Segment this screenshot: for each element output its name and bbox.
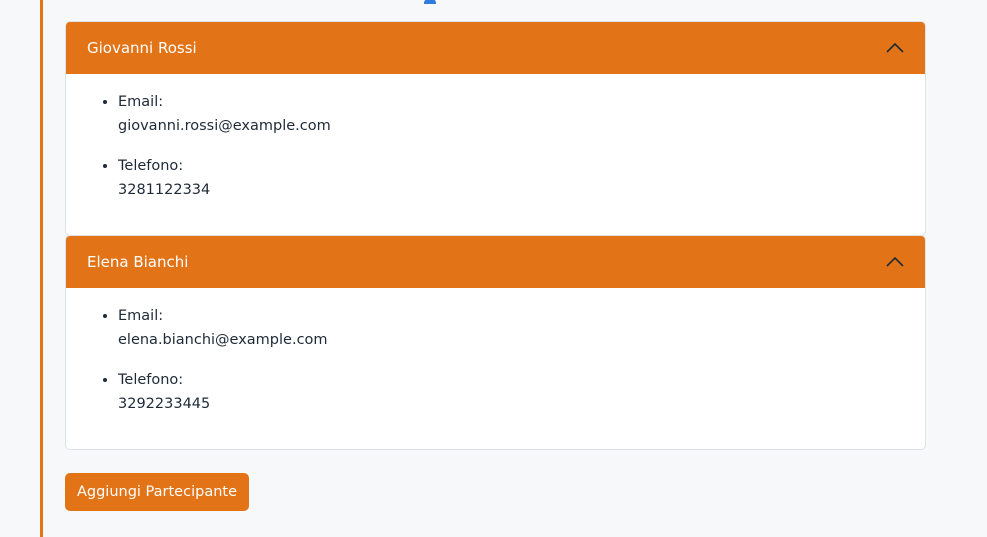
email-label: Email: <box>118 308 164 324</box>
participant-card: Elena Bianchi Email: elena.bianchi@examp… <box>65 235 926 450</box>
add-participant-button[interactable]: Aggiungi Partecipante <box>65 473 249 511</box>
user-icon <box>422 0 438 4</box>
participant-name: Giovanni Rossi <box>87 39 197 57</box>
phone-item: Telefono: 3281122334 <box>118 154 905 202</box>
phone-item: Telefono: 3292233445 <box>118 368 905 416</box>
email-item: Email: elena.bianchi@example.com <box>118 304 905 352</box>
email-item: Email: giovanni.rossi@example.com <box>118 90 905 138</box>
participant-details: Email: giovanni.rossi@example.com Telefo… <box>96 90 905 202</box>
left-accent-rail <box>40 0 43 537</box>
participant-card-header[interactable]: Giovanni Rossi <box>66 22 925 74</box>
page: Giovanni Rossi Email: giovanni.rossi@exa… <box>0 0 987 537</box>
email-value: elena.bianchi@example.com <box>118 332 328 348</box>
email-value: giovanni.rossi@example.com <box>118 118 331 134</box>
chevron-up-icon[interactable] <box>886 39 904 57</box>
participant-card-header[interactable]: Elena Bianchi <box>66 236 925 288</box>
cut-off-header <box>422 0 438 4</box>
participant-name: Elena Bianchi <box>87 253 189 271</box>
email-label: Email: <box>118 94 164 110</box>
participant-card: Giovanni Rossi Email: giovanni.rossi@exa… <box>65 21 926 236</box>
participant-card-body: Email: giovanni.rossi@example.com Telefo… <box>66 74 925 202</box>
participant-card-body: Email: elena.bianchi@example.com Telefon… <box>66 288 925 416</box>
phone-label: Telefono: <box>118 158 184 174</box>
phone-value: 3281122334 <box>118 182 211 198</box>
phone-value: 3292233445 <box>118 396 211 412</box>
phone-label: Telefono: <box>118 372 184 388</box>
chevron-up-icon[interactable] <box>886 253 904 271</box>
participant-details: Email: elena.bianchi@example.com Telefon… <box>96 304 905 416</box>
